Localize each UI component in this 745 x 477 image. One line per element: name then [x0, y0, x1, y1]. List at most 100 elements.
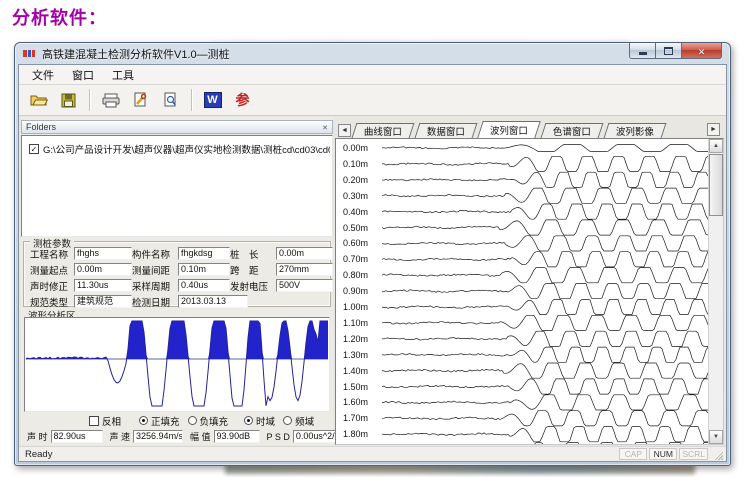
invert-checkbox[interactable]	[89, 416, 99, 426]
param-label: 构件名称	[132, 247, 178, 261]
maximize-icon	[664, 47, 673, 55]
toolbar-separator	[89, 89, 90, 111]
tab-label: 数据窗口	[427, 124, 465, 138]
measure-field[interactable]: 3256.94m/s	[133, 430, 183, 443]
param-label: 测量起点	[30, 263, 74, 277]
print-button[interactable]	[98, 88, 123, 112]
time-domain-radio[interactable]	[244, 416, 253, 425]
toolbar-separator	[191, 89, 192, 111]
param-field[interactable]: 0.00m	[276, 247, 333, 260]
waveform-controls: 反相 正填充 负填充 时域	[21, 414, 333, 427]
folders-panel-header[interactable]: Folders	[21, 120, 333, 134]
waveform-analysis-plot[interactable]	[24, 317, 330, 412]
measures-row: 声 时82.90us声 速3256.94m/s幅 值93.90dBP S D0.…	[21, 429, 333, 444]
pile-params-group-title: 测桩参数	[30, 236, 74, 250]
print-preview-icon	[163, 92, 178, 108]
save-icon	[61, 93, 76, 108]
param-label: 声时修正	[30, 279, 74, 293]
pile-params-grid: 工程名称fhghs构件名称fhgkdsg桩 长0.00m测量起点0.00m测量间…	[24, 246, 330, 309]
resize-grip[interactable]	[712, 449, 723, 460]
invert-label: 反相	[102, 414, 121, 428]
param-field[interactable]: fhghs	[74, 247, 132, 260]
param-label: 检测日期	[132, 295, 178, 309]
print-preview-button[interactable]	[158, 88, 183, 112]
measure-label: 声 速	[110, 430, 131, 443]
measure-label: 声 时	[27, 430, 48, 443]
window-title: 高铁建混凝土检测分析软件V1.0—测桩	[42, 46, 230, 62]
menu-item-0[interactable]: 文件	[23, 65, 63, 85]
title-bar[interactable]: 高铁建混凝土检测分析软件V1.0—测桩	[15, 43, 730, 64]
param-label: 规范类型	[30, 295, 74, 309]
menu-bar: 文件窗口工具	[19, 65, 726, 85]
window-body: 文件窗口工具 W	[18, 64, 727, 462]
freq-domain-radio[interactable]	[283, 416, 292, 425]
status-indicators: CAPNUMSCRL	[617, 448, 708, 460]
param-field[interactable]: 2013.03.13	[178, 295, 248, 308]
param-field[interactable]: 11.30us	[74, 279, 132, 292]
scroll-down-icon[interactable]	[709, 430, 723, 444]
folders-tree: ✓ G:\公司产品设计开发\超声仪器\超声仪实地检测数据\测桩cd\cd03\c…	[21, 135, 333, 237]
left-panel: Folders ✓ G:\公司产品设计开发\超声仪器\超声仪实地检测数据\测桩c…	[21, 117, 333, 445]
param-label: 跨 距	[230, 263, 276, 277]
print-setup-button[interactable]	[128, 88, 153, 112]
param-label: 发射电压	[230, 279, 276, 293]
status-text: Ready	[22, 449, 617, 460]
tree-item-checkbox[interactable]: ✓	[29, 144, 39, 154]
open-file-button[interactable]	[26, 88, 51, 112]
param-label: 测量间距	[132, 263, 178, 277]
param-label: 采样周期	[132, 279, 178, 293]
tree-item[interactable]: ✓ G:\公司产品设计开发\超声仪器\超声仪实地检测数据\测桩cd\cd03\c…	[22, 136, 332, 156]
caption-buttons	[630, 43, 722, 59]
tab-scroll-left-icon[interactable]	[338, 124, 351, 137]
positive-fill-label: 正填充	[151, 414, 180, 428]
maximize-button[interactable]	[655, 43, 682, 59]
indicator-num: NUM	[649, 448, 677, 460]
menu-item-1[interactable]: 窗口	[63, 65, 103, 85]
measure-field[interactable]: 82.90us	[51, 430, 103, 443]
close-icon	[698, 42, 706, 60]
word-icon: W	[204, 92, 222, 108]
parameter-button[interactable]: 参	[230, 88, 255, 112]
tab-scroll-right-icon[interactable]	[707, 123, 720, 136]
measure-label: P S D	[267, 432, 290, 442]
save-button[interactable]	[56, 88, 81, 112]
minimize-button[interactable]	[629, 43, 656, 59]
status-bar: Ready CAPNUMSCRL	[19, 446, 726, 461]
analysis-waveform	[26, 319, 328, 410]
client-area: Folders ✓ G:\公司产品设计开发\超声仪器\超声仪实地检测数据\测桩c…	[19, 116, 726, 446]
folders-close-icon[interactable]	[322, 122, 328, 132]
negative-fill-label: 负填充	[200, 414, 229, 428]
word-export-button[interactable]: W	[200, 88, 225, 112]
tab-0[interactable]: 曲线窗口	[352, 123, 415, 138]
tab-3[interactable]: 色谱窗口	[541, 123, 604, 138]
param-label: 桩 长	[230, 247, 276, 261]
param-field[interactable]: 500V	[276, 279, 333, 292]
scrollbar-thumb[interactable]	[709, 154, 723, 216]
measure-field[interactable]: 93.90dB	[214, 430, 260, 443]
app-window: 高铁建混凝土检测分析软件V1.0—测桩 文件窗口工具	[14, 42, 731, 466]
param-field[interactable]: 0.40us	[178, 279, 230, 292]
param-field[interactable]: fhgkdsg	[178, 247, 230, 260]
vertical-scrollbar[interactable]	[708, 139, 723, 444]
tabs: 曲线窗口数据窗口波列窗口色谱窗口波列影像	[354, 121, 669, 138]
param-field[interactable]: 0.10m	[178, 263, 230, 276]
indicator-scrl: SCRL	[679, 448, 708, 460]
positive-fill-radio[interactable]	[139, 416, 148, 425]
pile-params-group: 测桩参数 工程名称fhghs构件名称fhgkdsg桩 长0.00m测量起点0.0…	[23, 241, 331, 307]
printer-icon	[102, 93, 120, 108]
minimize-icon	[639, 52, 647, 55]
negative-fill-radio[interactable]	[188, 416, 197, 425]
param-field[interactable]: 0.00m	[74, 263, 132, 276]
tab-2[interactable]: 波列窗口	[477, 121, 541, 138]
open-folder-icon	[30, 92, 48, 108]
wave-traces	[336, 139, 712, 445]
wave-train-panel[interactable]: 0.00m0.10m0.20m0.30m0.40m0.50m0.60m0.70m…	[335, 138, 724, 445]
parameter-icon: 参	[236, 90, 250, 110]
param-field[interactable]: 270mm	[276, 263, 333, 276]
menu-item-2[interactable]: 工具	[103, 65, 143, 85]
tab-1[interactable]: 数据窗口	[415, 123, 478, 138]
close-button[interactable]	[681, 43, 722, 59]
tab-4[interactable]: 波列影像	[604, 123, 667, 138]
scroll-up-icon[interactable]	[709, 139, 723, 153]
param-field[interactable]: 建筑规范	[74, 295, 132, 308]
